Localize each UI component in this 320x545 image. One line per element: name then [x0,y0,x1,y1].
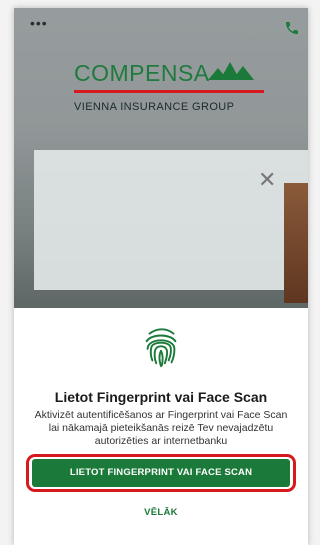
close-icon: ✕ [258,168,277,193]
brand-subtitle: VIENNA INSURANCE GROUP [74,101,235,113]
sheet-title: Lietot Fingerprint vai Face Scan [54,389,268,405]
biometric-bottom-sheet: Lietot Fingerprint vai Face Scan Aktiviz… [14,308,308,545]
sheet-description: Aktivizēt autentificēšanos ar Fingerprin… [34,409,288,447]
logo-mark-icon [208,62,254,80]
app-screen: ••• COMPENSA VIENNA INSURANCE GROUP ✕ Li… [14,8,308,545]
brand-name: COMPENSA [74,60,210,86]
top-bar: ••• [14,8,308,38]
background-photo-fragment [284,183,308,303]
use-biometrics-button[interactable]: LIETOT FINGERPRINT VAI FACE SCAN [32,459,290,487]
more-dots-icon[interactable]: ••• [30,16,48,30]
fingerprint-icon [145,328,177,368]
phone-icon[interactable] [284,20,300,36]
later-link[interactable]: VĒLĀK [14,507,308,518]
logo-underline [74,90,264,93]
compensa-logo: COMPENSA VIENNA INSURANCE GROUP [66,54,276,124]
